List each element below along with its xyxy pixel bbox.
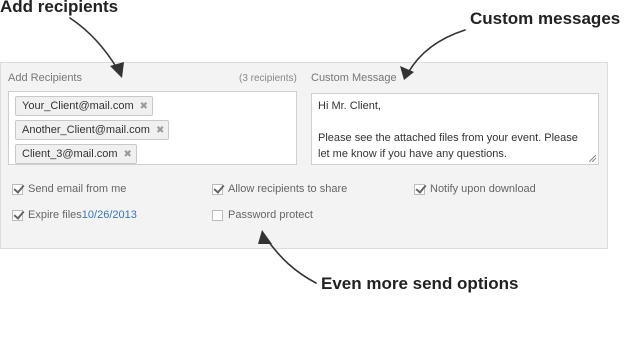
recipient-chip[interactable]: Client_3@mail.com ✖ xyxy=(15,144,137,164)
resize-grip-icon[interactable] xyxy=(589,155,596,162)
password-protect-label: Password protect xyxy=(228,209,313,221)
recipients-input[interactable]: Your_Client@mail.com ✖ Another_Client@ma… xyxy=(8,91,297,165)
remove-recipient-icon[interactable]: ✖ xyxy=(140,101,148,112)
expire-files-label: Expire files xyxy=(28,209,82,221)
recipient-chip[interactable]: Another_Client@mail.com ✖ xyxy=(15,120,170,140)
message-line: let me know if you have any questions. xyxy=(318,148,507,160)
password-protect-option[interactable]: Password protect xyxy=(212,209,313,221)
recipients-label: Add Recipients xyxy=(8,72,82,84)
annotation-add-recipients: Add recipients xyxy=(0,0,119,16)
send-from-me-label: Send email from me xyxy=(28,183,127,195)
recipient-email: Your_Client@mail.com xyxy=(22,100,134,112)
send-from-me-option[interactable]: Send email from me xyxy=(12,183,126,195)
expire-date-link[interactable]: 10/26/2013 xyxy=(82,209,137,221)
remove-recipient-icon[interactable]: ✖ xyxy=(124,149,132,160)
send-from-me-checkbox[interactable] xyxy=(12,183,23,195)
recipient-email: Another_Client@mail.com xyxy=(22,124,150,136)
annotation-send-options: Even more send options xyxy=(321,274,519,293)
expire-files-option[interactable]: Expire files 10/26/2013 xyxy=(12,209,137,221)
message-line xyxy=(318,114,592,130)
allow-share-option[interactable]: Allow recipients to share xyxy=(212,183,347,195)
message-line: Please see the attached files from your … xyxy=(318,132,578,144)
notify-download-checkbox[interactable] xyxy=(414,183,425,195)
allow-share-label: Allow recipients to share xyxy=(228,183,348,195)
custom-message-textarea[interactable]: Hi Mr. Client, Please see the attached f… xyxy=(311,93,599,165)
recipient-email: Client_3@mail.com xyxy=(22,148,118,160)
recipient-chip[interactable]: Your_Client@mail.com ✖ xyxy=(15,96,154,116)
annotation-custom-messages: Custom messages xyxy=(470,9,621,28)
custom-message-label: Custom Message xyxy=(311,72,397,84)
allow-share-checkbox[interactable] xyxy=(212,183,223,195)
message-line: Hi Mr. Client, xyxy=(318,100,381,112)
expire-files-checkbox[interactable] xyxy=(12,209,23,221)
notify-download-option[interactable]: Notify upon download xyxy=(414,183,536,195)
recipients-count: (3 recipients) xyxy=(239,73,297,84)
notify-download-label: Notify upon download xyxy=(430,183,536,195)
remove-recipient-icon[interactable]: ✖ xyxy=(156,125,164,136)
password-protect-checkbox[interactable] xyxy=(212,209,223,221)
